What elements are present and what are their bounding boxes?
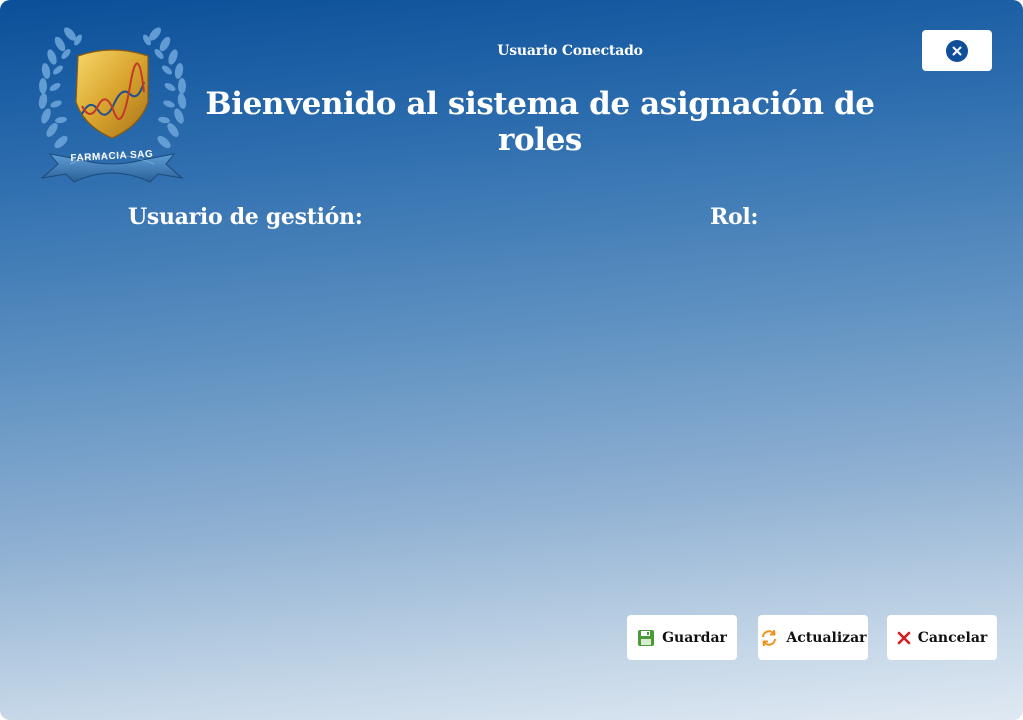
- connected-user-label: Usuario Conectado: [497, 43, 643, 59]
- management-user-label: Usuario de gestión:: [128, 204, 363, 230]
- cancel-button-label: Cancelar: [917, 629, 988, 646]
- save-button[interactable]: Guardar: [627, 615, 737, 660]
- refresh-button-label: Actualizar: [786, 629, 867, 646]
- close-button[interactable]: [922, 30, 992, 71]
- role-label: Rol:: [710, 204, 759, 230]
- cancel-button[interactable]: Cancelar: [887, 615, 997, 660]
- role-assignment-window: FARMACIA SAG Usuario Conectado Bienvenid…: [0, 0, 1023, 720]
- save-button-label: Guardar: [662, 629, 727, 646]
- close-icon: [946, 39, 968, 62]
- page-title: Bienvenido al sistema de asignación de r…: [205, 86, 875, 158]
- laurel-shield-dna-logo-icon: FARMACIA SAG: [38, 27, 187, 183]
- floppy-disk-icon: [637, 629, 655, 647]
- refresh-button[interactable]: Actualizar: [758, 615, 868, 660]
- x-icon: [897, 631, 911, 645]
- pharmacy-logo: FARMACIA SAG: [30, 14, 195, 192]
- refresh-icon: [759, 628, 779, 648]
